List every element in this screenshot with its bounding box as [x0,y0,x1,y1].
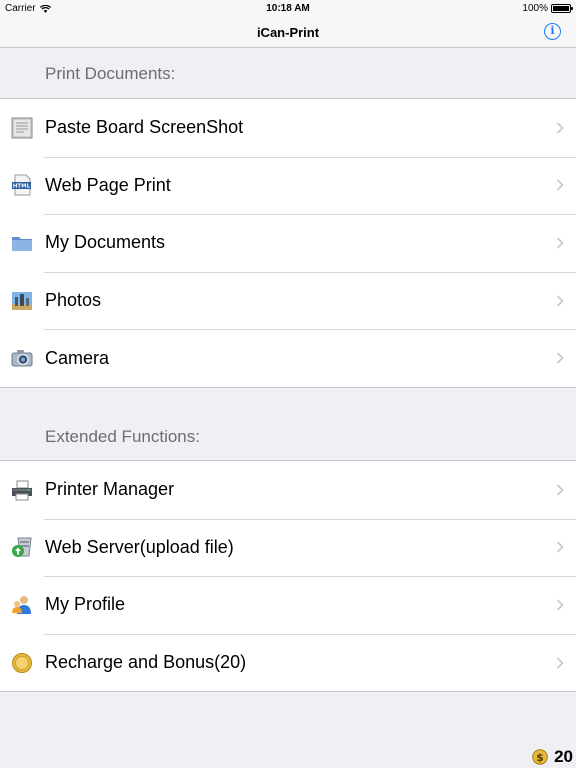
row-label: Printer Manager [45,479,175,500]
battery-percent: 100% [522,3,548,14]
row-label: Web Page Print [45,174,171,195]
row-recharge-and-bonus[interactable]: Recharge and Bonus(20) [0,633,576,692]
row-printer-manager[interactable]: Printer Manager [0,461,576,519]
row-label: Recharge and Bonus(20) [45,652,247,673]
chevron-right-icon [556,179,564,191]
chevron-right-icon [556,122,564,134]
row-label: My Profile [45,594,126,615]
camera-icon [11,350,33,367]
clipboard-icon [11,117,33,139]
chevron-right-icon [556,541,564,553]
row-my-documents[interactable]: My Documents [0,214,576,272]
chevron-right-icon [556,484,564,496]
status-right: 100% [522,3,573,14]
chevron-right-icon [556,352,564,364]
coin-icon [12,652,32,673]
coins-count: 20 [554,747,573,766]
nav-title: iCan-Print [256,25,320,40]
html-file-icon: HTML [12,174,31,196]
dollar-coin-icon: $ [532,749,548,765]
row-label: My Documents [45,232,166,253]
chevron-right-icon [556,657,564,669]
printer-icon [12,480,32,501]
print-documents-group: Paste Board ScreenShot HTML Web Page Pri… [0,98,576,388]
server-upload-icon [12,537,32,558]
row-camera[interactable]: Camera [0,329,576,387]
row-label: Photos [45,290,102,311]
row-photos[interactable]: Photos [0,271,576,330]
row-paste-board-screenshot[interactable]: Paste Board ScreenShot [0,99,576,157]
folder-icon [12,236,32,251]
coins-indicator: $ 20 [532,747,573,767]
chevron-right-icon [556,295,564,307]
row-label: Camera [45,347,110,368]
status-bar: Carrier 10:18 AM 100% [0,0,576,18]
row-label: Paste Board ScreenShot [45,117,244,138]
chevron-right-icon [556,599,564,611]
svg-text:HTML: HTML [13,184,31,190]
photos-icon [12,291,32,310]
row-label: Web Server(upload file) [45,536,234,557]
section-header-extended-functions: Extended Functions: [45,427,200,446]
status-time: 10:18 AM [266,3,310,14]
row-my-profile[interactable]: My Profile [0,576,576,634]
row-web-server-upload[interactable]: Web Server(upload file) [0,518,576,577]
extended-functions-group: Printer Manager Web Server(upload file) … [0,460,576,693]
svg-text:$: $ [536,751,544,764]
chevron-right-icon [556,237,564,249]
section-header-print-documents: Print Documents: [45,64,176,83]
battery-fill [553,6,569,11]
row-web-page-print[interactable]: HTML Web Page Print [0,156,576,215]
profile-icon [12,595,31,614]
battery-icon [551,4,573,13]
info-icon[interactable]: i [544,23,561,40]
nav-bar: iCan-Print i [0,18,576,48]
